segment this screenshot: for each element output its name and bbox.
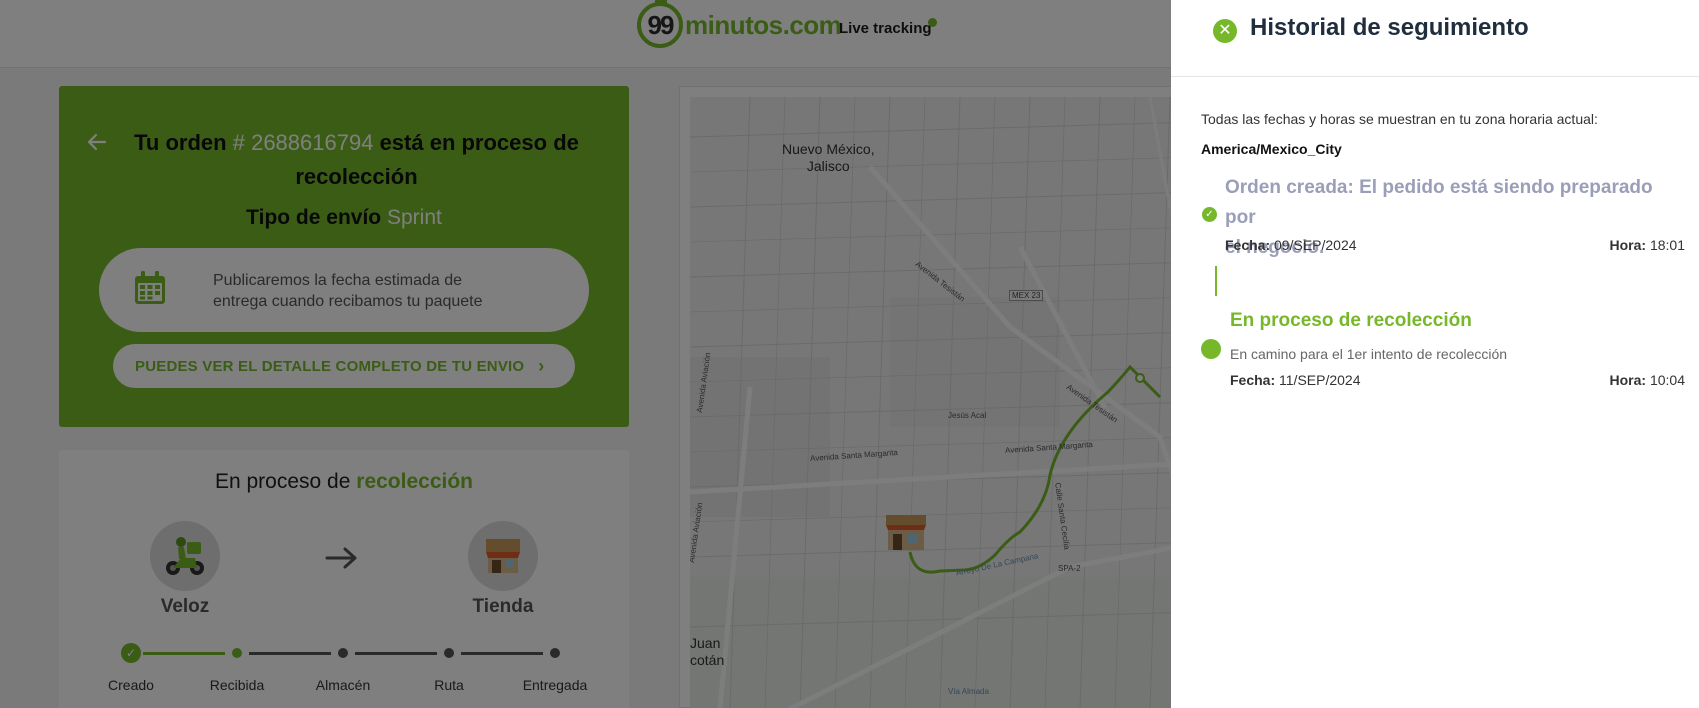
event-2-description: En camino para el 1er intento de recolec…	[1230, 346, 1508, 362]
timezone-value: America/Mexico_City	[1201, 141, 1342, 157]
panel-header: ✕ Historial de seguimiento	[1171, 0, 1699, 77]
event-2-title: En proceso de recolección	[1230, 310, 1472, 331]
timezone-note: Todas las fechas y horas se muestran en …	[1201, 111, 1598, 127]
event-1-date: Fecha: 09/SEP/2024	[1225, 237, 1357, 253]
event-1-hour-label: Hora:	[1609, 237, 1647, 253]
close-panel-button[interactable]: ✕	[1213, 19, 1237, 43]
event-1-date-value: 09/SEP/2024	[1274, 237, 1357, 253]
event-2-hour-value: 10:04	[1649, 372, 1685, 388]
event-1-hour: Hora: 18:01	[1575, 237, 1686, 253]
event-2-hour: Hora: 10:04	[1575, 372, 1686, 388]
event-current-dot	[1201, 339, 1221, 359]
event-1-title-line1: Orden creada: El pedido está siendo prep…	[1225, 177, 1653, 228]
event-2-hour-label: Hora:	[1609, 372, 1647, 388]
timeline-connector	[1215, 266, 1217, 296]
event-1-date-label: Fecha:	[1225, 237, 1271, 253]
event-completed-check-icon: ✓	[1202, 207, 1217, 222]
event-2-date: Fecha: 11/SEP/2024	[1230, 372, 1361, 388]
modal-overlay[interactable]	[0, 0, 1171, 708]
event-1-hour-value: 18:01	[1649, 237, 1685, 253]
panel-title: Historial de seguimiento	[1250, 14, 1529, 41]
tracking-history-panel: ✕ Historial de seguimiento Todas las fec…	[1171, 0, 1699, 708]
event-2-date-value: 11/SEP/2024	[1279, 372, 1361, 388]
event-2-date-label: Fecha:	[1230, 372, 1276, 388]
close-icon: ✕	[1218, 22, 1232, 39]
